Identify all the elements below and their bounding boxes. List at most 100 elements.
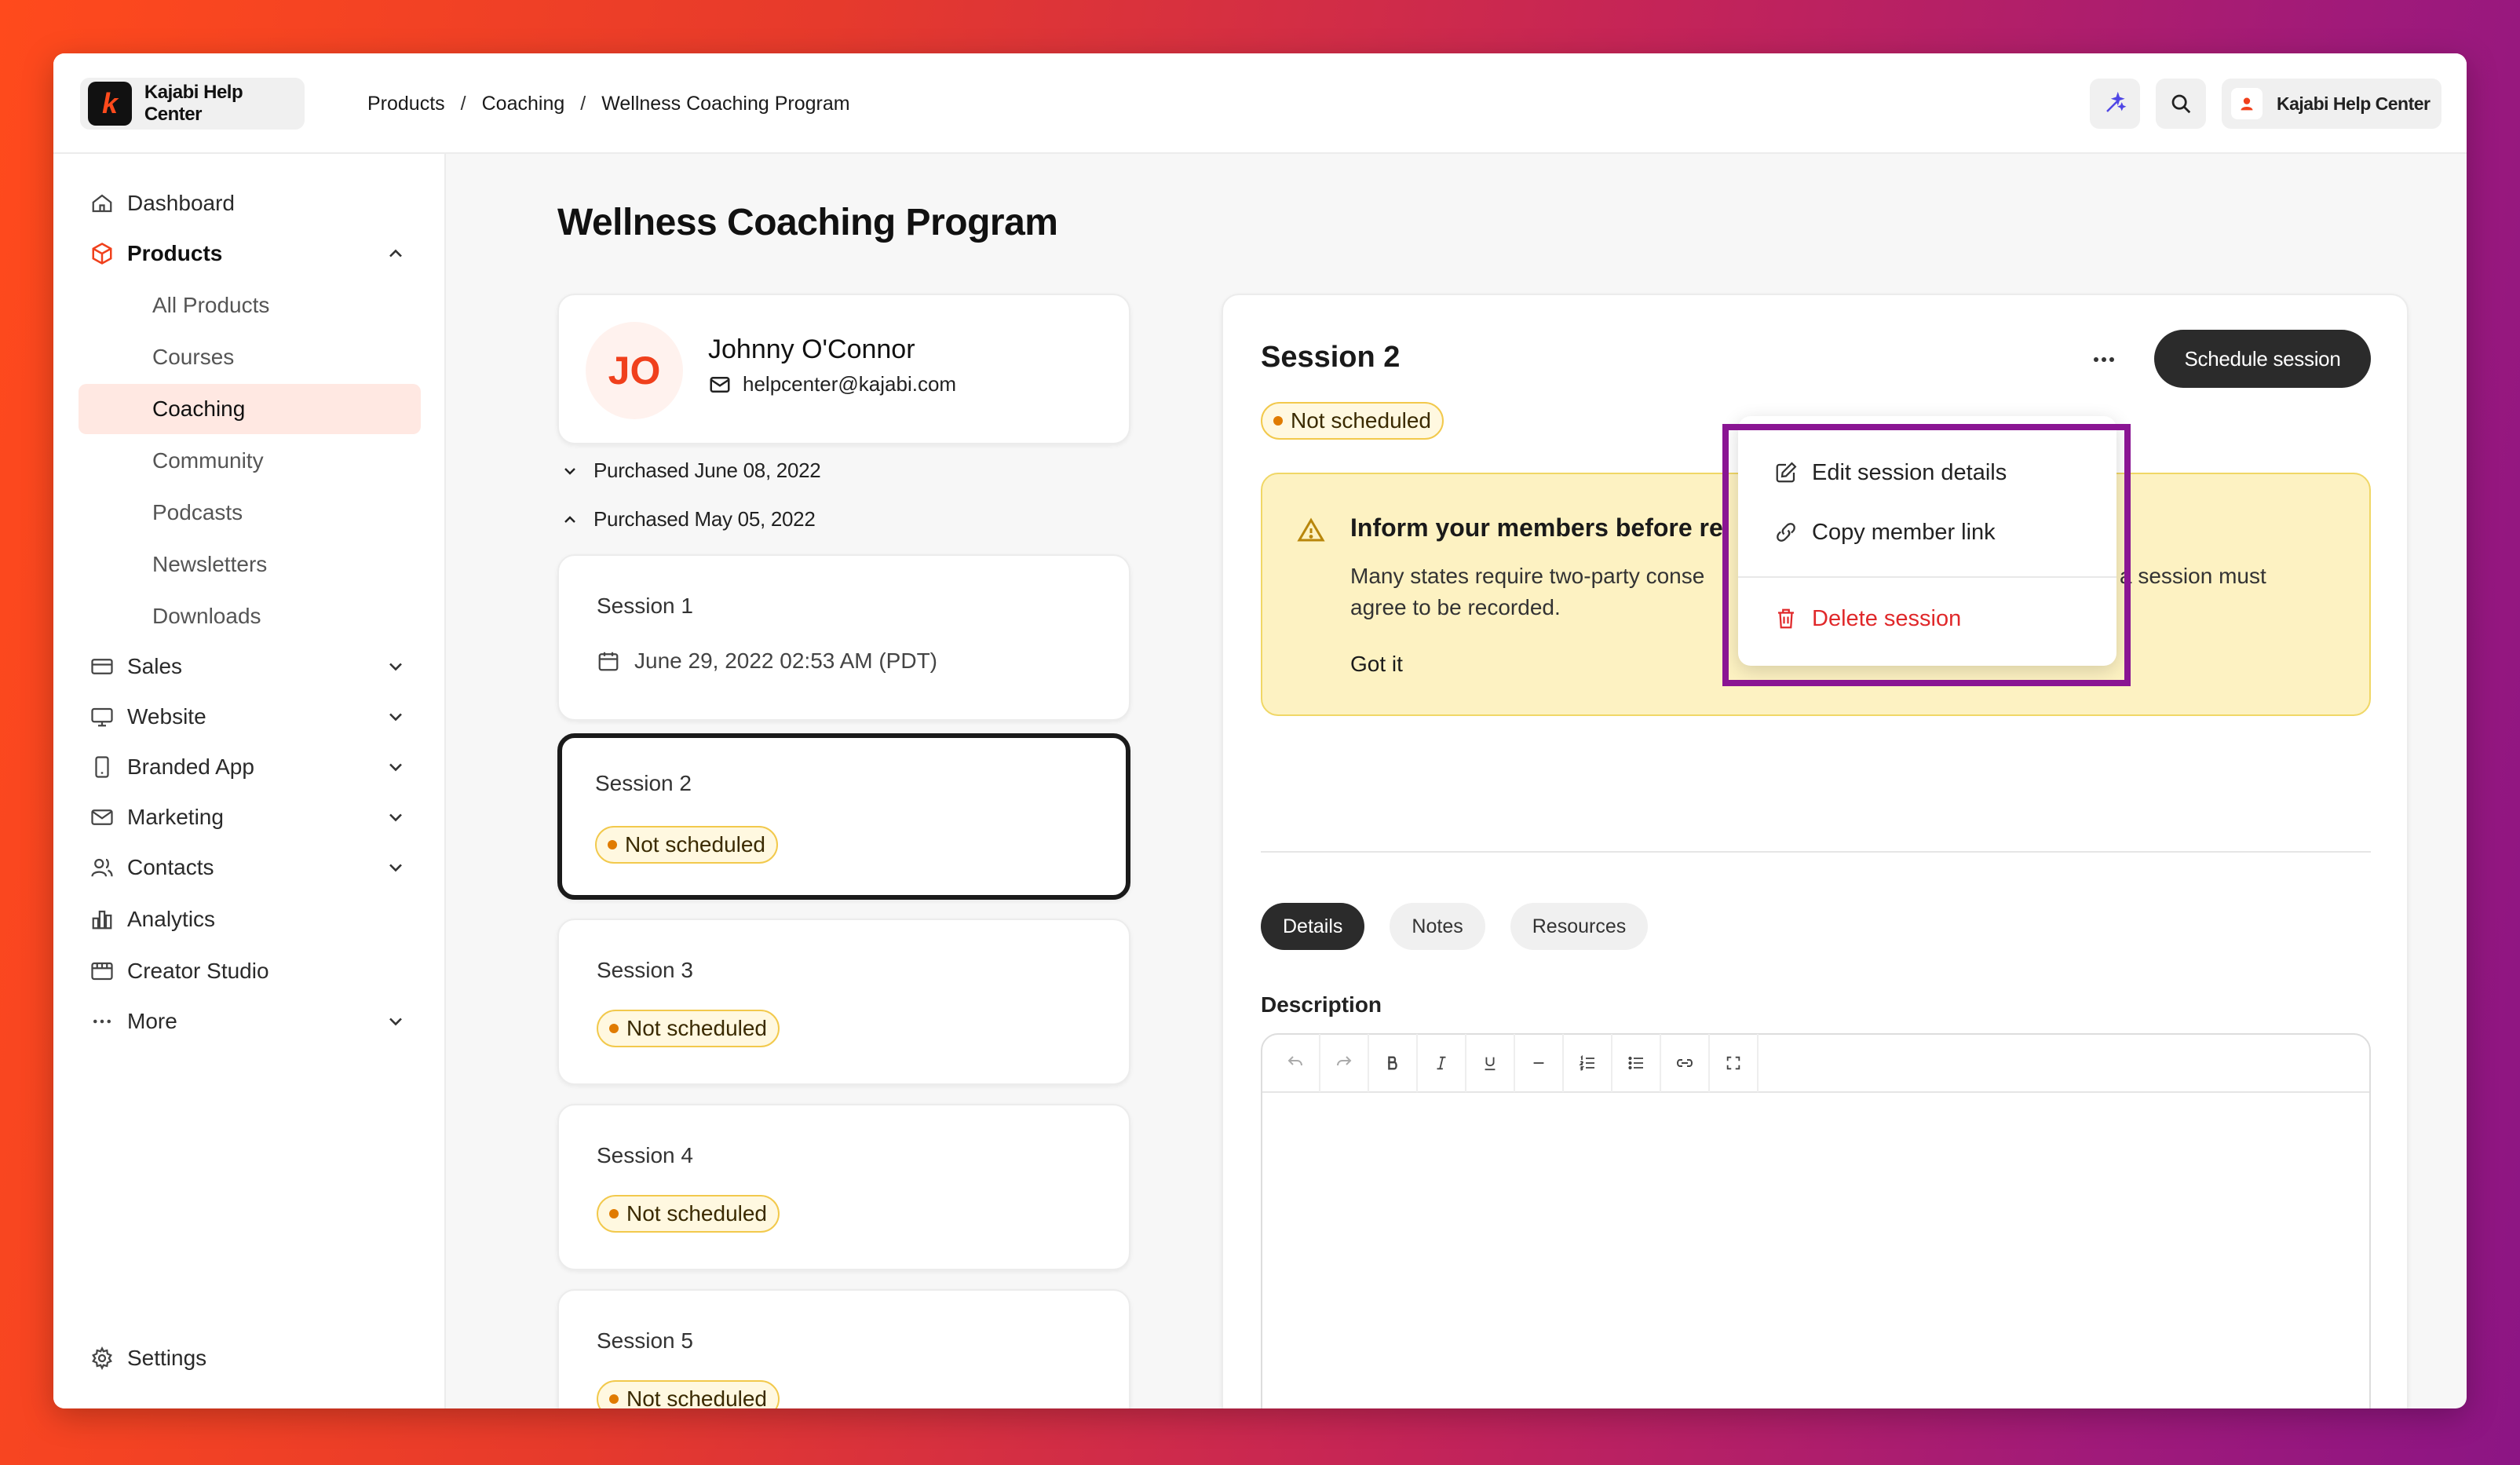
session-title: Session 2 (595, 771, 692, 795)
search-button[interactable] (2156, 79, 2206, 129)
session-detail-title: Session 2 (1261, 341, 1401, 374)
sidebar-item-products[interactable]: Products (79, 230, 421, 277)
mail-icon (91, 809, 113, 825)
menu-item-copy-member-link[interactable]: Copy member link (1774, 509, 1996, 556)
chevron-down-icon (389, 1017, 402, 1026)
session-card[interactable]: Session 1 June 29, 2022 02:53 AM (PDT) (557, 554, 1130, 721)
user-avatar (2231, 88, 2263, 119)
description-label: Description (1261, 992, 1382, 1017)
chevron-down-icon (389, 663, 402, 671)
users-icon (91, 858, 113, 877)
sidebar-subitem-podcasts[interactable]: Podcasts (79, 488, 421, 538)
underline-icon (1485, 1057, 1496, 1071)
home-icon (92, 194, 112, 213)
member-email: helpcenter@kajabi.com (708, 372, 956, 396)
site-switcher[interactable]: k Kajabi Help Center (80, 78, 305, 130)
status-badge: Not scheduled (595, 826, 779, 864)
tab-details[interactable]: Details (1261, 903, 1365, 950)
link-button[interactable] (1661, 1034, 1710, 1092)
ai-assist-button[interactable] (2090, 79, 2140, 129)
edit-icon (1776, 462, 1797, 483)
more-options-icon[interactable] (2088, 344, 2120, 375)
purchase-label: Purchased June 08, 2022 (593, 458, 821, 482)
sidebar-item-dashboard[interactable]: Dashboard (79, 180, 421, 227)
account-name: Kajabi Help Center (2277, 93, 2431, 114)
sidebar-item-label: Sales (127, 654, 183, 678)
underline-button[interactable] (1466, 1034, 1515, 1092)
purchase-toggle[interactable]: Purchased May 05, 2022 (561, 507, 816, 532)
page-title: Wellness Coaching Program (557, 202, 1058, 243)
sidebar-item-label: Website (127, 704, 206, 729)
sidebar-subitem-courses[interactable]: Courses (79, 332, 421, 382)
member-name: Johnny O'Connor (708, 334, 915, 364)
chevron-down-icon (389, 813, 402, 822)
sidebar-item-creator-studio[interactable]: Creator Studio (79, 948, 421, 995)
sidebar-subitem-downloads[interactable]: Downloads (79, 591, 421, 641)
mail-icon (710, 376, 730, 393)
sidebar-subitem-coaching[interactable]: Coaching (79, 384, 421, 434)
sidebar-subitem-community[interactable]: Community (79, 436, 421, 486)
breadcrumb-separator: / (460, 92, 466, 115)
account-menu-button[interactable]: Kajabi Help Center (2222, 79, 2441, 129)
tab-notes[interactable]: Notes (1390, 903, 1485, 950)
session-card[interactable]: Session 3 Not scheduled (557, 919, 1130, 1085)
status-text: Not scheduled (625, 832, 766, 857)
purchase-toggle[interactable]: Purchased June 08, 2022 (561, 458, 821, 483)
menu-item-edit-session[interactable]: Edit session details (1774, 449, 2007, 496)
status-dot (1273, 416, 1283, 426)
sidebar-item-more[interactable]: More (79, 998, 421, 1045)
session-card-selected[interactable]: Session 2 Not scheduled (557, 733, 1130, 900)
sidebar-item-website[interactable]: Website (79, 693, 421, 740)
session-card[interactable]: Session 4 Not scheduled (557, 1104, 1130, 1270)
monitor-icon (91, 707, 113, 727)
schedule-session-button[interactable]: Schedule session (2154, 330, 2371, 388)
sidebar-item-analytics[interactable]: Analytics (79, 896, 421, 943)
status-text: Not scheduled (626, 1201, 768, 1226)
ordered-list-button[interactable] (1564, 1034, 1612, 1092)
menu-item-label: Copy member link (1812, 519, 1996, 545)
credit-card-icon (91, 659, 113, 674)
sidebar-item-settings[interactable]: Settings (79, 1335, 421, 1382)
italic-button[interactable] (1418, 1034, 1466, 1092)
menu-item-delete-session[interactable]: Delete session (1774, 595, 1961, 642)
chevron-down-icon (389, 763, 402, 772)
sidebar-item-branded-app[interactable]: Branded App (79, 743, 421, 791)
redo-icon (1337, 1056, 1352, 1066)
description-editor[interactable] (1261, 1033, 2371, 1408)
sidebar-item-contacts[interactable]: Contacts (79, 844, 421, 891)
breadcrumb-products[interactable]: Products (367, 93, 445, 115)
bold-button[interactable] (1369, 1034, 1418, 1092)
session-title: Session 4 (597, 1143, 693, 1167)
session-card[interactable]: Session 5 Not scheduled (557, 1289, 1130, 1408)
chevron-down-icon (564, 467, 575, 475)
search-icon (2171, 94, 2191, 114)
undo-button[interactable] (1272, 1034, 1320, 1092)
breadcrumb-separator: / (580, 92, 586, 115)
tab-resources[interactable]: Resources (1510, 903, 1649, 950)
sidebar-item-label: Branded App (127, 754, 254, 779)
alert-body-text: a session must (2120, 564, 2266, 588)
alert-title: Inform your members before re (1350, 513, 1723, 542)
menu-item-label: Delete session (1812, 605, 1962, 631)
redo-button[interactable] (1320, 1034, 1369, 1092)
got-it-button[interactable]: Got it (1350, 652, 1403, 677)
alert-body-text: agree to be recorded. (1350, 595, 1561, 619)
studio-icon (91, 962, 113, 981)
horizontal-rule-button[interactable] (1515, 1034, 1564, 1092)
sidebar-subitem-newsletters[interactable]: Newsletters (79, 539, 421, 590)
sidebar-item-marketing[interactable]: Marketing (79, 794, 421, 841)
sidebar-item-sales[interactable]: Sales (79, 643, 421, 690)
bullet-list-button[interactable] (1612, 1034, 1661, 1092)
sidebar-item-label: Marketing (127, 805, 224, 829)
editor-toolbar (1262, 1034, 2369, 1093)
breadcrumb-coaching[interactable]: Coaching (482, 93, 565, 115)
link-icon (1677, 1059, 1693, 1067)
sidebar-item-label: Analytics (127, 907, 216, 931)
sidebar-item-label: Dashboard (127, 191, 235, 215)
sidebar-subitem-all-products[interactable]: All Products (79, 280, 421, 331)
alert-body-text: Many states require two-party conse (1350, 564, 1705, 588)
sparkle-icon (2106, 92, 2127, 112)
fullscreen-button[interactable] (1710, 1034, 1759, 1092)
kajabi-logo: k (88, 82, 132, 126)
divider (1261, 851, 2371, 853)
